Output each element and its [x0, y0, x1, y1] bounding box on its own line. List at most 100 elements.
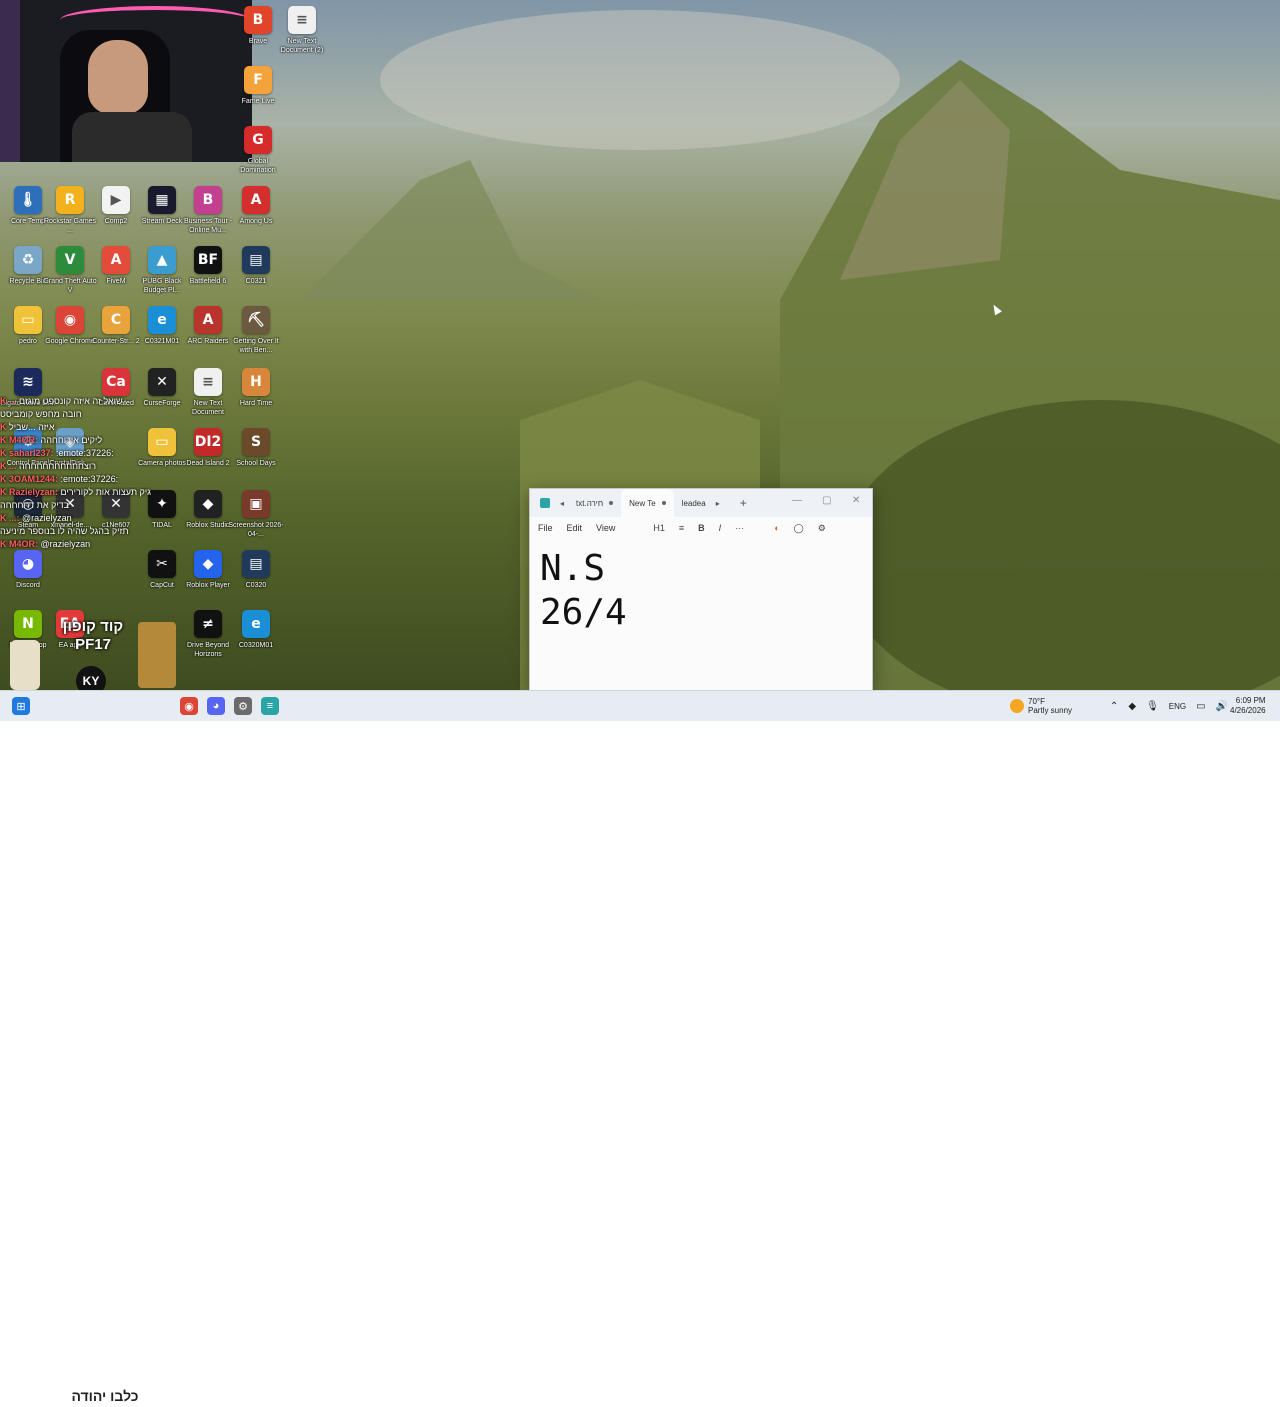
tab-new-text[interactable]: New Te — [621, 489, 674, 517]
desktop-icon-c0320m01[interactable]: e C0320M01 — [228, 610, 284, 650]
chat-message: בדיק את דחחחחה — [0, 500, 190, 511]
chat-message: K M4OR: @razielyzan — [0, 539, 190, 550]
desktop-icon-label: C0321 — [245, 278, 267, 285]
notepad-tab-bar: ◂ txt.חירה New Te leadea ▸ + — ▢ ✕ — [530, 489, 872, 517]
perfume-image — [138, 622, 176, 688]
chat-text: גיק תעצות אות לקורירים — [60, 487, 151, 497]
chrome-taskbar-icon[interactable]: ◉ — [180, 697, 198, 715]
desktop-icon-new-text-document-2[interactable]: ≡ New Text Document (2) — [274, 6, 330, 55]
settings-taskbar-icon[interactable]: ⚙ — [234, 697, 252, 715]
desktop-icon-among-us[interactable]: A Among Us — [228, 186, 284, 226]
brave-icon: B — [244, 6, 272, 34]
desktop-icon-label: Global Domination — [240, 158, 276, 174]
fivem-icon: A — [102, 246, 130, 274]
caffeinated-icon: Ca — [102, 368, 130, 396]
counter-strike2-icon: C — [102, 306, 130, 334]
tabs-scroll-right-icon[interactable]: ▸ — [716, 499, 720, 508]
c0321-icon: ▤ — [242, 246, 270, 274]
desktop-icon-c0321[interactable]: ▤ C0321 — [228, 246, 284, 286]
chat-text: איזה ...שביל — [9, 422, 55, 432]
recycle-bin-icon: ♻ — [14, 246, 42, 274]
tray-app-icon[interactable]: ◆ — [1128, 701, 1136, 712]
notepad-text-area[interactable]: N.S 26/4 — [530, 539, 872, 643]
chat-text: בדיק את דחחחחה — [0, 500, 70, 510]
tab-label: New Te — [629, 498, 656, 508]
desktop-icon-c0320[interactable]: ▤ C0320 — [228, 550, 284, 590]
menu-edit[interactable]: Edit — [567, 523, 583, 533]
google-chrome-icon: ◉ — [56, 306, 84, 334]
screenshot-icon: ▣ — [242, 490, 270, 518]
new-text-document-2-icon: ≡ — [288, 6, 316, 34]
fame-live-icon: F — [244, 66, 272, 94]
menu-view[interactable]: View — [596, 523, 615, 533]
desktop-icon-global-domination[interactable]: G Global Domination — [230, 126, 286, 175]
microphone-icon[interactable]: 🎙 — [1146, 701, 1159, 712]
new-tab-button[interactable]: + — [740, 496, 747, 510]
discord-taskbar-icon[interactable]: ◕ — [207, 697, 225, 715]
heading-dropdown[interactable]: H1 — [653, 523, 665, 533]
copilot-icon[interactable]: ◐ — [774, 523, 779, 533]
start-windows-icon[interactable]: ⊞ — [12, 697, 30, 715]
notepad-window[interactable]: ◂ txt.חירה New Te leadea ▸ + — ▢ ✕ File … — [529, 488, 873, 690]
language-indicator[interactable]: ENG — [1169, 702, 1186, 711]
chat-text: תזיק בהגל שהיה לו בנוספר מיניעה — [0, 526, 129, 536]
clock-date: 4/26/2026 — [1230, 706, 1266, 715]
chat-message: K ... שואל זה איזה קונספט מוגזם — [0, 396, 190, 407]
tab-file[interactable]: txt.חירה — [568, 489, 621, 517]
c0320-icon: ▤ — [242, 550, 270, 578]
chat-message: K 3OAM1244: :emote:37226: — [0, 474, 190, 485]
chat-text: :emote:37226: — [56, 448, 114, 458]
desktop-icon-getting-over-it[interactable]: ⛏ Getting Over It with Ben... — [228, 306, 284, 355]
desktop-icon-label: C0320 — [245, 582, 267, 589]
unsaved-dot-icon — [609, 501, 614, 505]
chat-text: חובה מחפש קומביסט — [0, 409, 82, 419]
chat-text: @razielyzan — [40, 539, 91, 549]
list-dropdown[interactable]: ≡ — [679, 523, 684, 533]
pubg-icon: ▲ — [148, 246, 176, 274]
chat-message: K M4OR: ליקים אירוחחהה — [0, 435, 190, 446]
weather-temp: 70°F — [1028, 697, 1045, 706]
clock[interactable]: 6:09 PM 4/26/2026 — [1230, 691, 1266, 721]
tabs-scroll-left-icon[interactable]: ◂ — [560, 499, 564, 508]
network-icon[interactable]: ▭ — [1196, 701, 1205, 712]
bold-button[interactable]: B — [698, 523, 705, 533]
notepad-taskbar-icon[interactable]: ≡ — [261, 697, 279, 715]
desktop-icon-label: Screenshot 2026-04-... — [228, 522, 284, 538]
weather-widget[interactable]: 70°F Partly sunny — [1010, 691, 1072, 721]
chat-text: ליקים אירוחחהה — [40, 435, 103, 445]
promo-code-overlay: קוד קופון PF17 — [56, 618, 130, 662]
pedro-icon: ▭ — [14, 306, 42, 334]
chat-message: K ...: @razielyzan — [0, 513, 190, 524]
gta5-icon: V — [56, 246, 84, 274]
chat-username: K saharl237: — [0, 448, 54, 458]
settings-gear-icon[interactable]: ⚙ — [818, 523, 826, 534]
chat-message: K ... רוצחחחחחחחחחחה — [0, 461, 190, 472]
tray-chevron-icon[interactable]: ⌃ — [1110, 701, 1118, 712]
italic-button[interactable]: I — [719, 523, 722, 533]
hard-time-icon: H — [242, 368, 270, 396]
desktop-icon-hard-time[interactable]: H Hard Time — [228, 368, 284, 408]
minimize-button[interactable]: — — [792, 495, 802, 506]
desktop-icon-school-days[interactable]: S School Days — [228, 428, 284, 468]
volume-icon[interactable]: 🔊 — [1216, 701, 1228, 712]
chat-message: K איזה ...שביל — [0, 422, 190, 433]
drive-beyond-horizons-icon: ≠ — [194, 610, 222, 638]
menu-file[interactable]: File — [538, 523, 553, 533]
chat-username: K M4OR: — [0, 435, 38, 445]
maximize-button[interactable]: ▢ — [822, 495, 831, 506]
rockstar-games-icon: R — [56, 186, 84, 214]
chat-message: K Razielyzan: גיק תעצות אות לקורירים — [0, 487, 190, 498]
notepad-app-icon — [540, 498, 550, 508]
desktop-icon-fame-live[interactable]: F Fame Live — [230, 66, 286, 106]
desktop-icon-screenshot[interactable]: ▣ Screenshot 2026-04-... — [228, 490, 284, 539]
elgato-wave-link-icon: ≋ — [14, 368, 42, 396]
account-icon[interactable]: ◯ — [794, 523, 804, 534]
more-options-button[interactable]: ··· — [735, 523, 744, 533]
chat-username: K M4OR: — [0, 539, 38, 549]
desktop-icon-label: C0320M01 — [238, 642, 274, 649]
chat-message: K saharl237: :emote:37226: — [0, 448, 190, 459]
close-button[interactable]: ✕ — [852, 495, 860, 506]
chat-username: K ... — [0, 461, 17, 471]
promo-code: PF17 — [75, 636, 111, 653]
tab-leadea[interactable]: leadea — [674, 489, 714, 517]
